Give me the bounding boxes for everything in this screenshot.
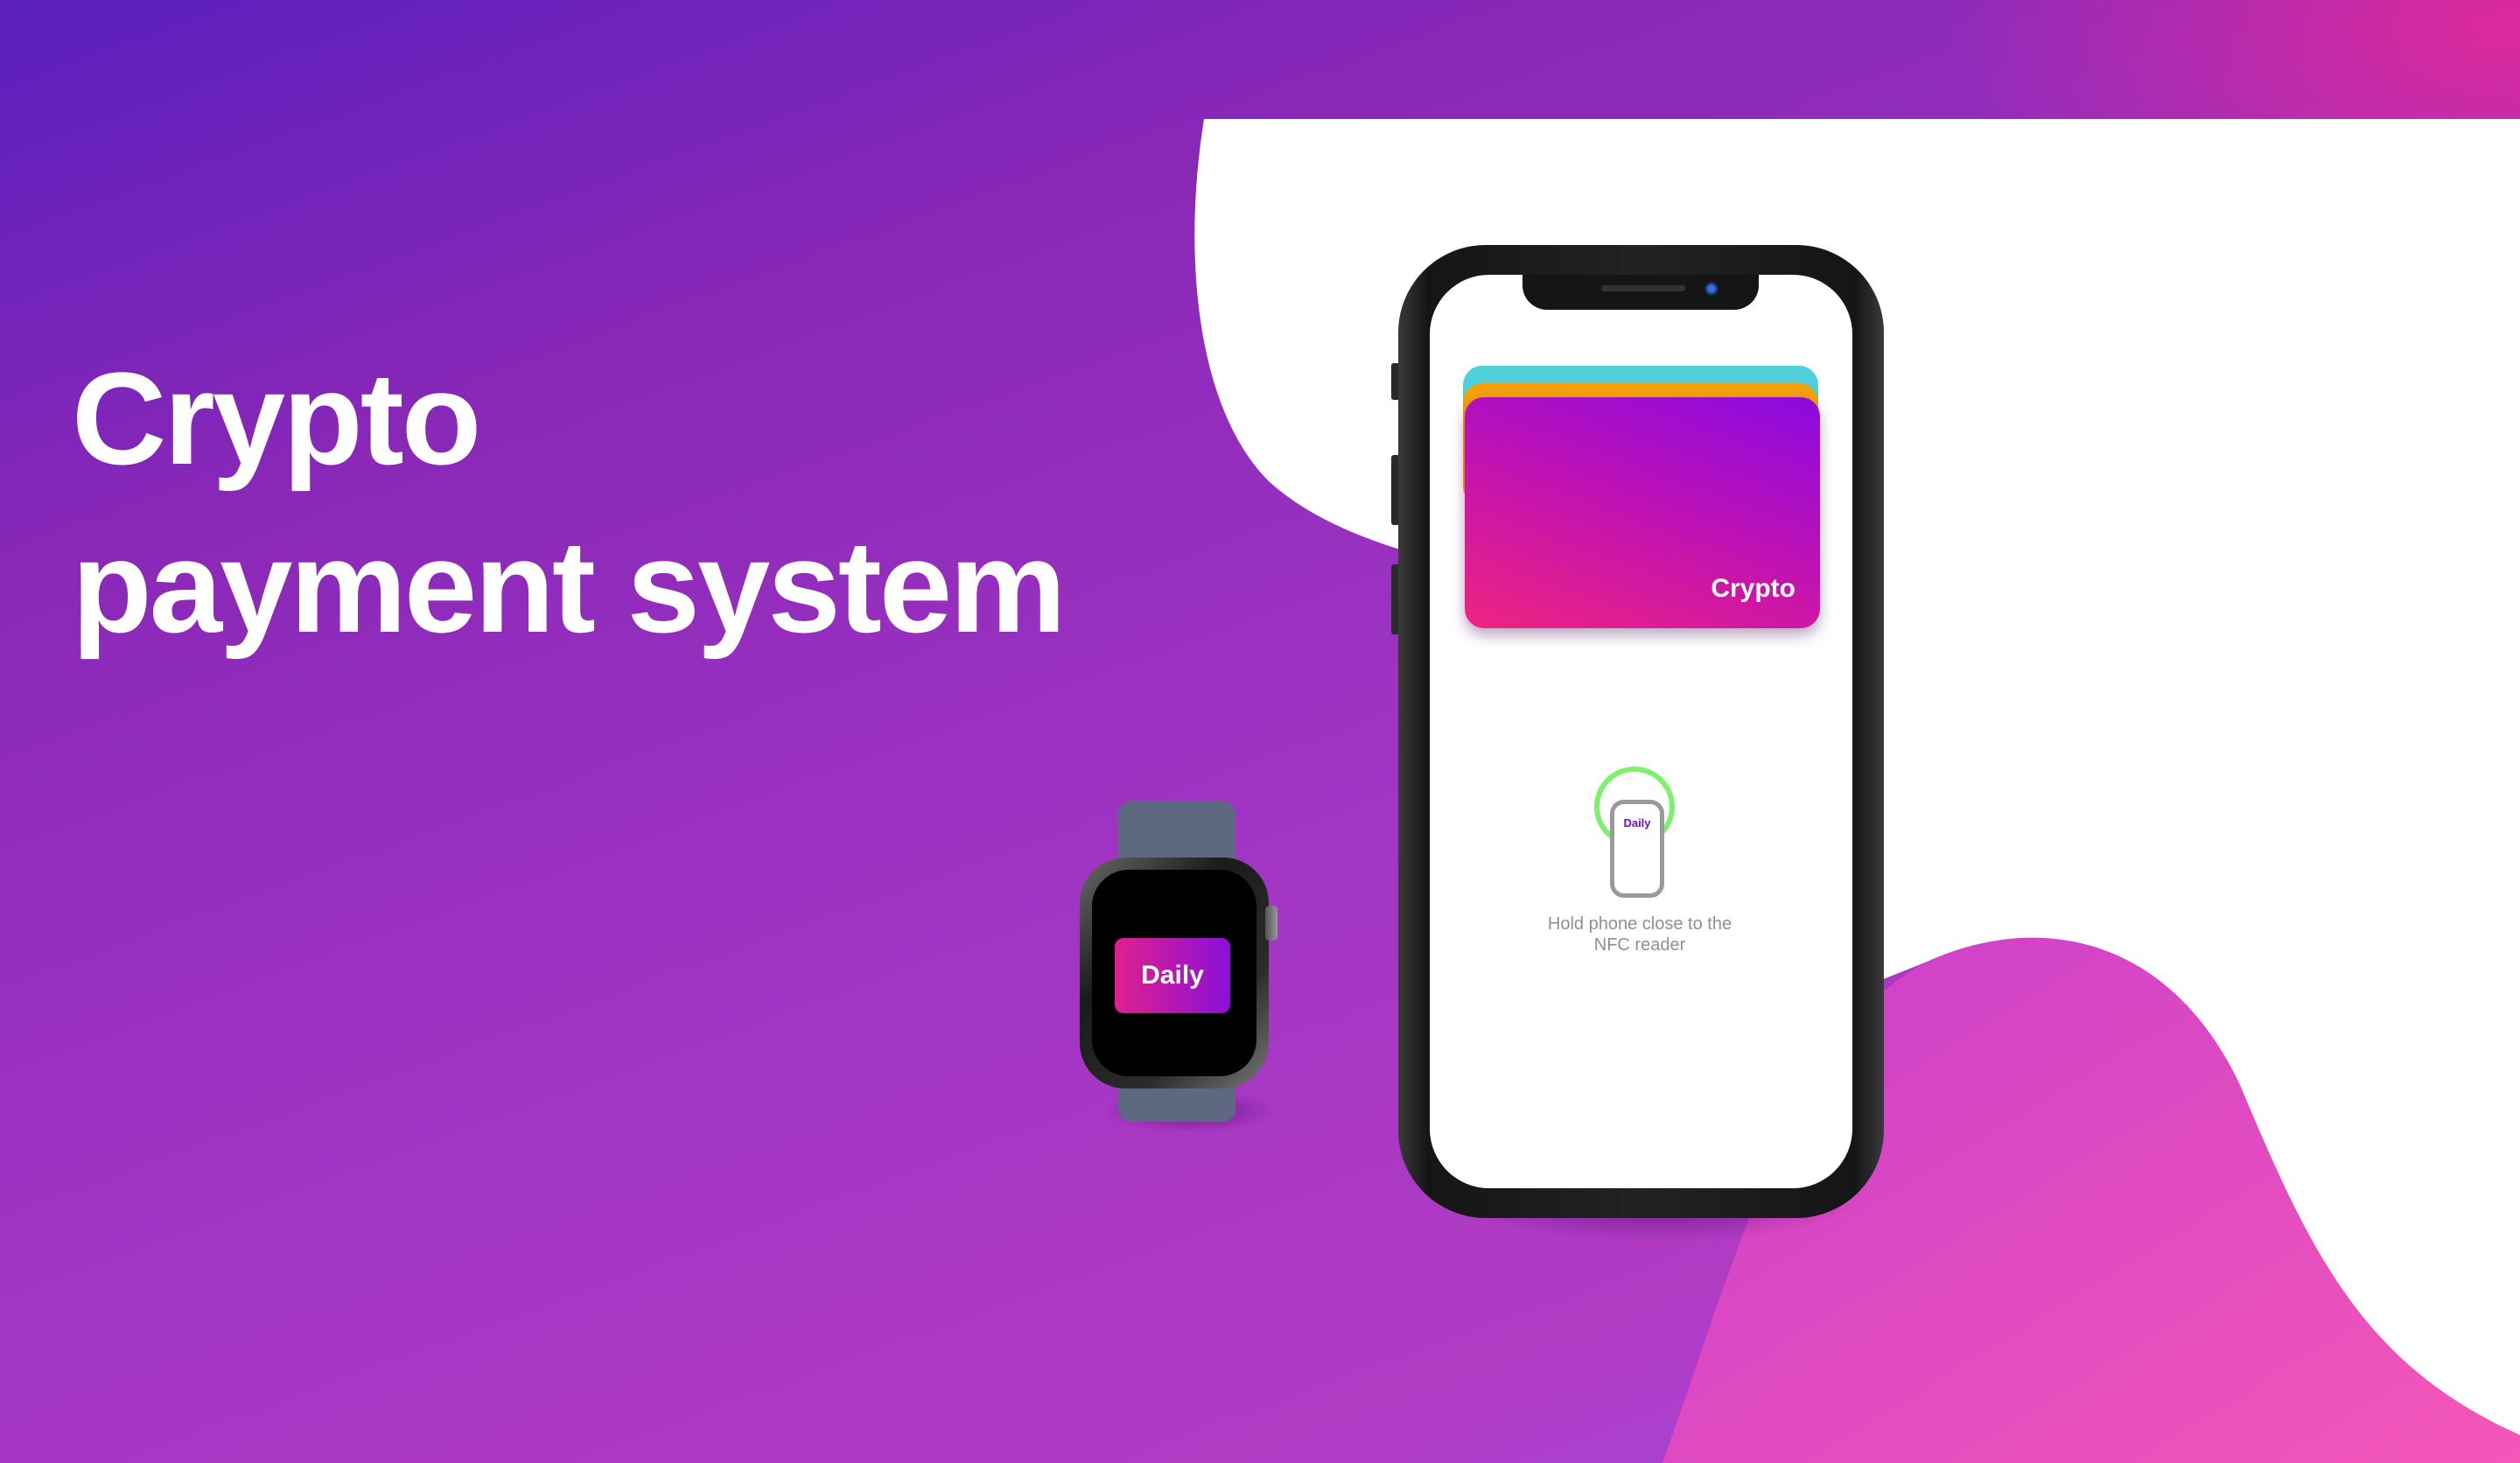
headline: Crypto payment system <box>72 334 1067 670</box>
phone-screen: Crypto Daily Hold phone close to the NFC… <box>1430 275 1852 1188</box>
headline-line-1: Crypto <box>72 345 481 492</box>
nfc-phone-icon: Daily <box>1610 800 1664 898</box>
watch-daily-card[interactable]: Daily <box>1115 938 1230 1013</box>
background-shapes <box>1194 119 2520 1463</box>
camera-icon <box>1704 282 1718 296</box>
phone-mockup: Crypto Daily Hold phone close to the NFC… <box>1391 245 1884 1242</box>
wallet-card-crypto[interactable]: Crypto <box>1465 397 1820 628</box>
watch-screen: Daily <box>1092 870 1256 1076</box>
watch-crown <box>1265 906 1278 941</box>
nfc-mini-card-label: Daily <box>1623 816 1651 830</box>
headline-line-2: payment system <box>72 513 1067 660</box>
crypto-card-label: Crypto <box>1711 574 1796 603</box>
nfc-instruction-text: Hold phone close to the NFC reader <box>1547 914 1732 955</box>
phone-frame: Crypto Daily Hold phone close to the NFC… <box>1398 245 1884 1218</box>
speaker-grille <box>1601 285 1685 291</box>
smartwatch-mockup: Daily <box>1076 801 1286 1133</box>
phone-notch <box>1522 275 1759 310</box>
watch-case: Daily <box>1080 858 1269 1088</box>
